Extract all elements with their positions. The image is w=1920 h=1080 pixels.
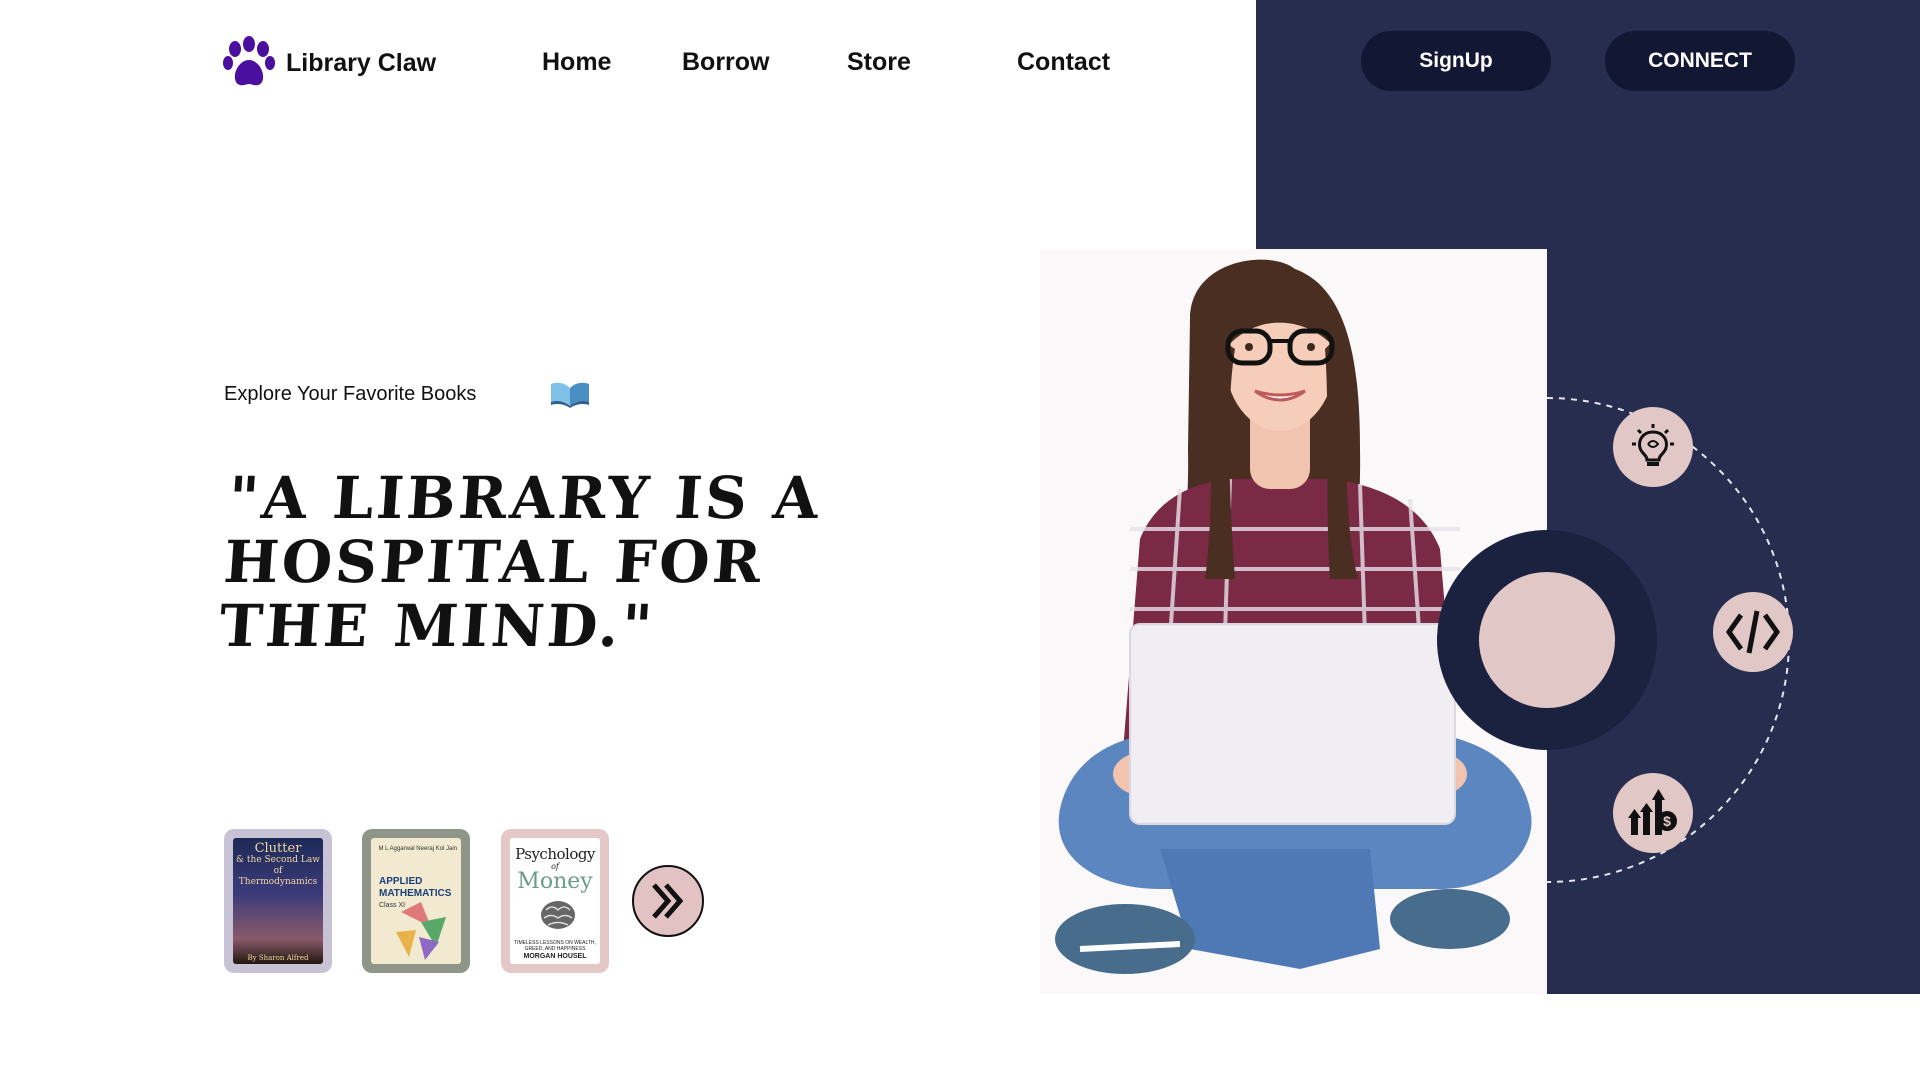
nav-store[interactable]: Store — [847, 48, 911, 77]
book-title: APPLIED MATHEMATICS — [379, 876, 452, 899]
book-thumb-1[interactable]: Clutter & the Second Law of Thermodynami… — [224, 829, 332, 973]
book-author: MORGAN HOUSEL — [523, 953, 587, 960]
book-cover: Clutter & the Second Law of Thermodynami… — [233, 838, 323, 964]
brand-name: Library Claw — [286, 48, 437, 77]
open-book-icon — [551, 382, 589, 408]
book-subtitle: TIMELESS LESSONS ON WEALTH, GREED, AND H… — [514, 940, 596, 952]
book-subtitle: & the Second Law of Thermodynamics — [236, 855, 320, 887]
connect-button[interactable]: CONNECT — [1605, 31, 1795, 91]
book-thumb-2[interactable]: M L Aggarwal Neeraj Kol Jain APPLIED MAT… — [362, 829, 470, 973]
book-cover: Psychology of Money TIMELESS LESSONS ON … — [510, 838, 600, 964]
double-chevron-right-icon — [652, 883, 684, 919]
book-title: Clutter — [254, 841, 302, 856]
svg-text:$: $ — [1663, 813, 1671, 829]
book-title-1: Psychology — [515, 845, 595, 863]
hero-quote: "A LIBRARY IS A HOSPITAL FOR THE MIND." — [217, 464, 824, 660]
book-cover: M L Aggarwal Neeraj Kol Jain APPLIED MAT… — [371, 838, 461, 964]
growth-dollar-icon: $ — [1628, 789, 1677, 835]
hero-kicker: Explore Your Favorite Books — [224, 383, 477, 405]
feature-code[interactable] — [1713, 592, 1793, 672]
nav-home[interactable]: Home — [542, 48, 611, 77]
next-books-button[interactable] — [632, 865, 704, 937]
book-author: By Sharon Alfred — [247, 954, 309, 962]
cover-art — [396, 902, 446, 960]
book-thumb-3[interactable]: Psychology of Money TIMELESS LESSONS ON … — [501, 829, 609, 973]
feature-growth[interactable]: $ — [1613, 773, 1693, 853]
book-title-3: Money — [517, 869, 593, 894]
brain-illustration — [541, 901, 575, 929]
brand[interactable]: Library Claw — [222, 36, 436, 90]
feature-idea[interactable] — [1613, 407, 1693, 487]
lightbulb-brain-icon — [1632, 424, 1674, 466]
nav-contact[interactable]: Contact — [1017, 48, 1110, 77]
paw-icon — [223, 36, 275, 86]
code-icon — [1725, 610, 1781, 654]
nav-borrow[interactable]: Borrow — [682, 48, 770, 77]
signup-button[interactable]: SignUp — [1361, 31, 1551, 91]
book-authors: M L Aggarwal Neeraj Kol Jain — [378, 846, 457, 852]
